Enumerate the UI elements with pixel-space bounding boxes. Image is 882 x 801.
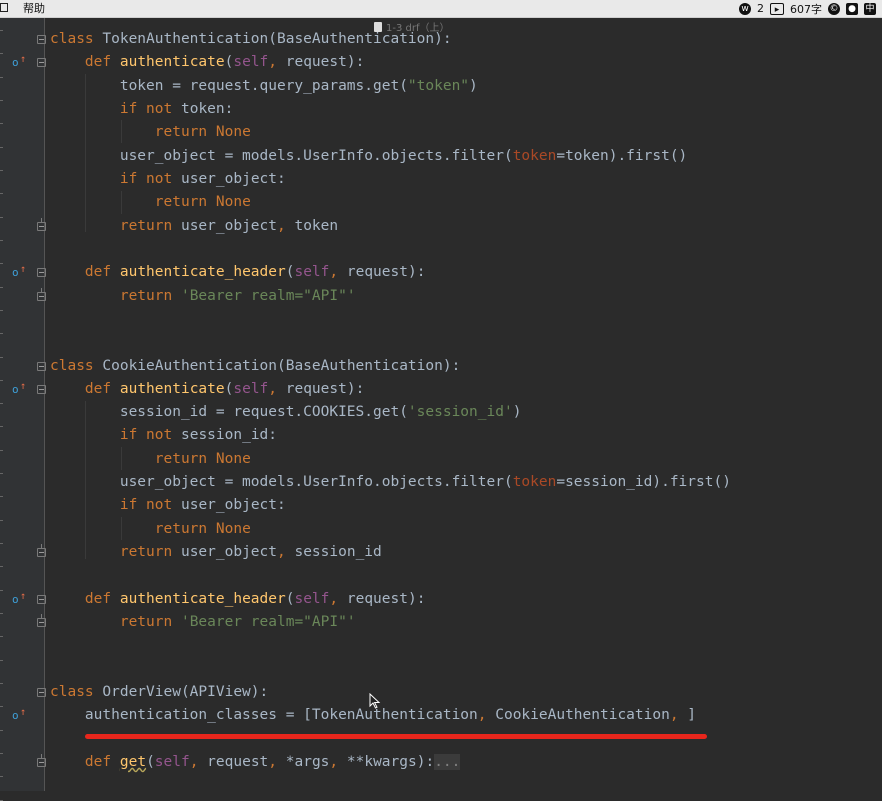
override-method-icon[interactable]: o ↑ <box>12 54 26 69</box>
mouse-cursor-icon <box>369 693 381 709</box>
gutter-tick <box>0 379 3 381</box>
gutter-tick <box>0 76 3 78</box>
gutter-tick <box>0 333 3 335</box>
window-icon[interactable] <box>0 3 8 12</box>
code-line[interactable]: class TokenAuthentication(BaseAuthentica… <box>50 28 452 51</box>
fold-end-icon[interactable] <box>37 217 46 231</box>
fold-toggle-icon[interactable] <box>37 688 46 697</box>
gutter-tick <box>0 53 3 55</box>
gutter-tick <box>0 263 3 265</box>
gutter-tick <box>0 799 3 801</box>
wechat-icon[interactable]: w <box>739 2 751 15</box>
code-line[interactable]: return None <box>50 448 251 471</box>
override-method-icon[interactable]: o ↑ <box>12 381 26 396</box>
gutter-tick <box>0 356 3 358</box>
gutter-tick <box>0 473 3 475</box>
gutter-tick <box>0 496 3 498</box>
gutter-tick <box>0 169 3 171</box>
override-method-icon[interactable]: o ↑ <box>12 707 26 722</box>
code-line[interactable]: if not session_id: <box>50 424 277 447</box>
gutter-tick <box>0 706 3 708</box>
code-line[interactable]: return 'Bearer realm="API"' <box>50 285 356 308</box>
mic-icon[interactable]: ● <box>846 2 858 15</box>
fold-toggle-icon[interactable] <box>37 594 46 604</box>
override-method-icon[interactable]: o ↑ <box>12 264 26 279</box>
status-tray: w 2 ▸ 607字 © ● 中 <box>739 0 876 17</box>
code-line[interactable]: class OrderView(APIView): <box>50 681 268 704</box>
gutter-tick <box>0 216 3 218</box>
fold-end-icon[interactable] <box>37 287 46 301</box>
gutter-tick <box>0 100 3 101</box>
code-line[interactable]: session_id = request.COOKIES.get('sessio… <box>50 401 522 424</box>
gutter-tick <box>0 566 3 568</box>
code-line[interactable]: if not user_object: <box>50 168 286 191</box>
code-line[interactable]: return None <box>50 518 251 541</box>
gutter-tick <box>0 449 3 451</box>
code-line[interactable]: def authenticate_header(self, request): <box>50 261 426 284</box>
fold-end-icon[interactable] <box>37 753 46 767</box>
fold-toggle-icon[interactable] <box>37 268 46 278</box>
gutter-tick <box>0 729 3 731</box>
code-line[interactable]: user_object = models.UserInfo.objects.fi… <box>50 145 687 168</box>
gutter-tick <box>0 309 3 311</box>
code-line[interactable]: if not token: <box>50 98 234 121</box>
code-line[interactable]: def authenticate(self, request): <box>50 51 364 74</box>
gutter-tick <box>0 636 3 638</box>
code-line[interactable]: return user_object, session_id <box>50 541 382 564</box>
gutter-tick <box>0 403 3 405</box>
gutter-tick <box>0 543 3 544</box>
editor-gutter: o ↑ o ↑ o ↑ o ↑ o ↑ <box>0 18 46 801</box>
copyright-icon[interactable]: © <box>828 2 840 15</box>
fold-toggle-icon[interactable] <box>37 58 46 68</box>
code-line[interactable]: token = request.query_params.get("token"… <box>50 75 478 98</box>
gutter-tick <box>0 146 3 148</box>
fold-end-icon[interactable] <box>37 544 46 557</box>
gutter-tick <box>0 659 3 661</box>
input-method-icon[interactable]: 中 <box>864 2 876 15</box>
code-line[interactable]: def authenticate_header(self, request): <box>50 588 426 611</box>
gutter-tick <box>0 286 3 288</box>
annotation-underline <box>85 734 707 739</box>
gutter-tick <box>0 123 3 125</box>
code-line[interactable]: def authenticate(self, request): <box>50 378 364 401</box>
override-method-icon[interactable]: o ↑ <box>12 591 26 606</box>
fold-end-icon[interactable] <box>37 614 46 627</box>
gutter-tick <box>0 193 3 195</box>
code-line[interactable]: user_object = models.UserInfo.objects.fi… <box>50 471 731 494</box>
gutter-tick <box>0 30 3 31</box>
code-line[interactable]: return None <box>50 121 251 144</box>
fold-toggle-icon[interactable] <box>37 361 46 371</box>
code-line[interactable]: if not user_object: <box>50 494 286 517</box>
word-count: 607字 <box>790 2 822 16</box>
code-line[interactable]: return user_object, token <box>50 215 338 238</box>
code-line[interactable]: class CookieAuthentication(BaseAuthentic… <box>50 355 460 378</box>
code-line[interactable]: return None <box>50 191 251 214</box>
wechat-badge: 2 <box>757 2 764 15</box>
gutter-tick <box>0 683 3 684</box>
gutter-tick <box>0 613 3 614</box>
screen-record-icon[interactable]: ▸ <box>770 2 784 15</box>
gutter-tick <box>0 589 3 591</box>
gutter-tick <box>0 776 3 778</box>
code-line[interactable]: return 'Bearer realm="API"' <box>50 611 356 634</box>
fold-toggle-icon[interactable] <box>37 384 46 394</box>
gutter-tick <box>0 426 3 428</box>
fold-toggle-icon[interactable] <box>37 35 46 44</box>
menu-bar: 帮助 w 2 ▸ 607字 © ● 中 <box>0 0 882 18</box>
code-line[interactable]: def get(self, request, *args, **kwargs):… <box>50 751 461 774</box>
menu-help[interactable]: 帮助 <box>23 1 45 16</box>
gutter-tick <box>0 239 3 241</box>
gutter-tick <box>0 752 3 754</box>
gutter-tick <box>0 519 3 521</box>
gutter-separator <box>44 18 45 791</box>
